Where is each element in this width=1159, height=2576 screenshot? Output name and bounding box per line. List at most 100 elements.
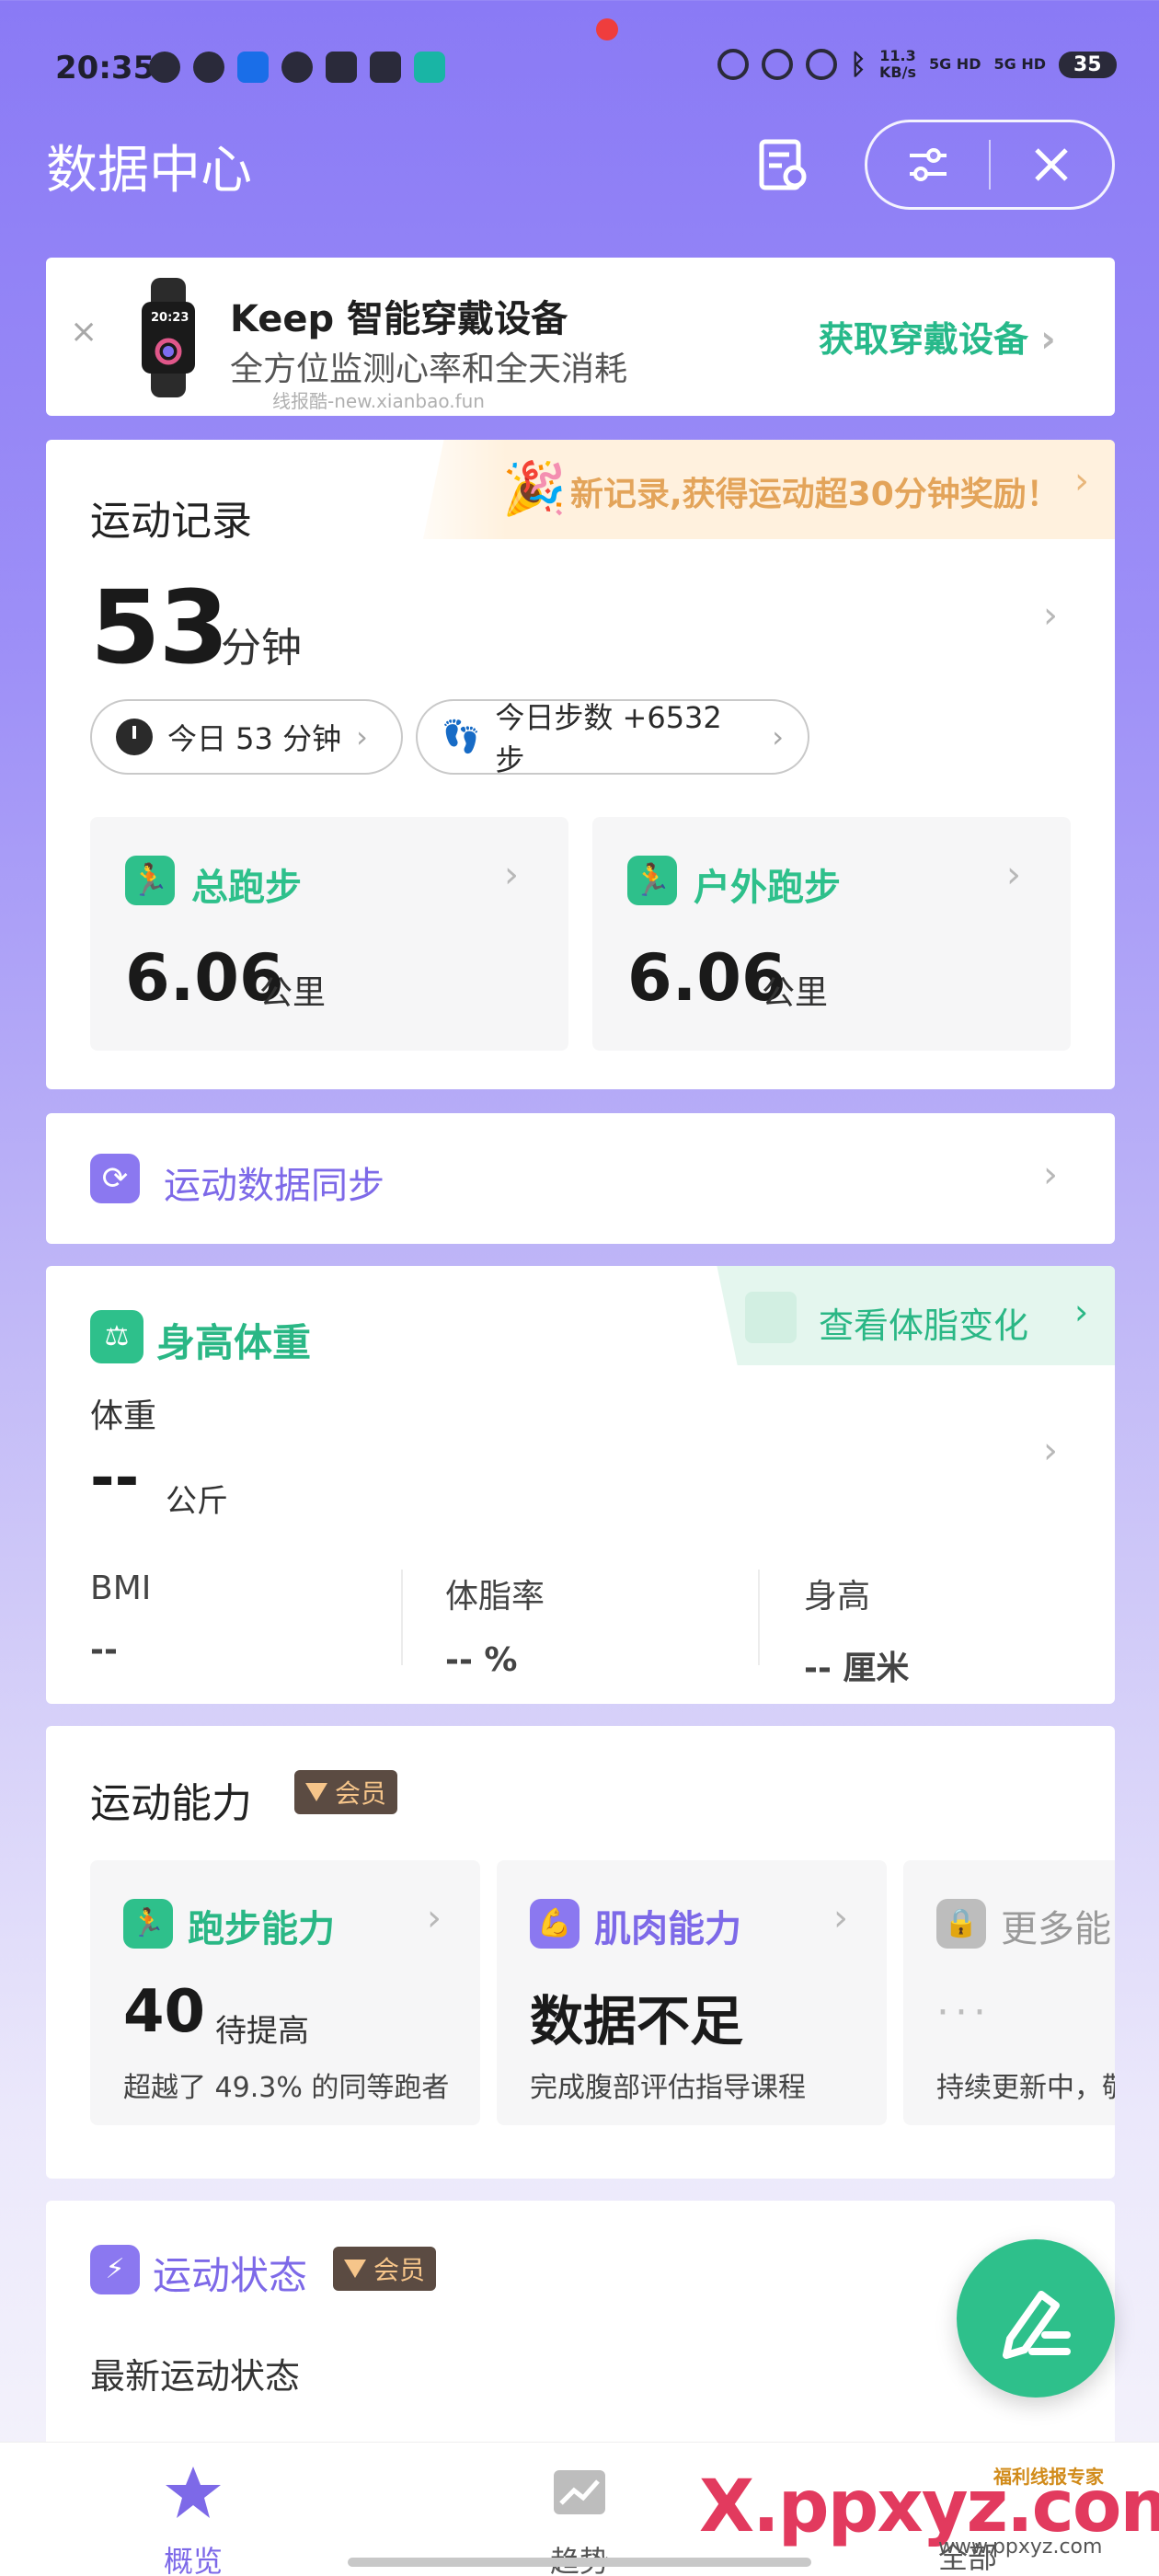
settings-button[interactable]: [867, 122, 989, 207]
promo-watermark: 线报酷-new.xianbao.fun: [272, 390, 485, 412]
sliders-icon: [910, 148, 947, 181]
ability-title: 运动能力: [90, 1780, 252, 1827]
vip-icon: [305, 1783, 327, 1801]
body-fat-thumbnail-icon: [745, 1292, 797, 1343]
wearable-promo-banner[interactable]: × 20:23 Keep 智能穿戴设备 全方位监测心率和全天消耗 线报酷-new…: [46, 258, 1115, 416]
mail-icon: [326, 52, 357, 83]
exercise-title: 运动记录: [90, 498, 252, 545]
notification-dot: [596, 18, 618, 40]
bmi-label: BMI: [90, 1570, 152, 1607]
close-icon: [1035, 148, 1068, 181]
outdoor-running-card[interactable]: 🏃 户外跑步 › 6.06 公里: [592, 817, 1071, 1051]
more-ability-desc: 持续更新中，敬: [936, 2072, 1115, 2104]
exercise-record-card[interactable]: 🎉 新记录,获得运动超30分钟奖励！ › 运动记录 53 分钟 › 今日 53 …: [46, 440, 1115, 1089]
record-button[interactable]: [957, 2239, 1115, 2398]
data-report-icon[interactable]: [756, 138, 811, 193]
today-steps-chip[interactable]: 👣 今日步数 +6532 步 ›: [416, 699, 809, 777]
total-running-label: 总跑步: [191, 867, 302, 909]
more-ability-dots: ···: [936, 1989, 992, 2036]
signal-2: 5G HD: [993, 55, 1046, 73]
chat-icon: [193, 52, 224, 83]
body-fat-metric: 体脂率 -- %: [445, 1570, 545, 1679]
running-icon: 🏃: [123, 1899, 173, 1949]
mute-icon: [806, 49, 837, 80]
weight-unit: 公斤: [166, 1483, 228, 1520]
running-ability-card[interactable]: 🏃 跑步能力 › 40 待提高 超越了 49.3% 的同等跑者: [90, 1860, 480, 2125]
promo-title: Keep 智能穿戴设备: [230, 298, 568, 340]
running-icon: 🏃: [125, 856, 175, 905]
muscle-ability-value: 数据不足: [530, 1990, 744, 2053]
height-value: -- 厘米: [804, 1650, 910, 1687]
chevron-right-icon: ›: [427, 1897, 442, 1939]
muscle-ability-label: 肌肉能力: [594, 1908, 741, 1950]
qq-icon: [237, 52, 269, 83]
running-ability-status: 待提高: [215, 2013, 309, 2050]
bmi-metric: BMI --: [90, 1570, 151, 1669]
today-minutes-label: 今日 53 分钟: [167, 721, 342, 756]
metric-divider: [401, 1570, 403, 1665]
outdoor-running-unit: 公里: [762, 974, 829, 1012]
weight-value: --: [90, 1444, 140, 1512]
status-bar: 20:35 ᛒ 11.3 KB/s 5G HD 5G HD 35: [0, 0, 1159, 138]
star-icon: [166, 2467, 221, 2518]
net-speed: 11.3 KB/s: [879, 47, 916, 81]
bluetooth-icon: ᛒ: [850, 48, 866, 81]
exercise-unit: 分钟: [221, 625, 302, 672]
today-steps-label: 今日步数 +6532 步: [495, 700, 722, 777]
app-notification-icon: [149, 52, 180, 83]
chevron-right-icon: ›: [1074, 1292, 1089, 1332]
wechat-icon: [281, 52, 313, 83]
weight-label: 体重: [90, 1397, 157, 1435]
lightning-icon: ⚡: [90, 2245, 140, 2294]
outdoor-running-label: 户外跑步: [694, 867, 841, 909]
page-title: 数据中心: [46, 141, 252, 201]
chevron-right-icon: ›: [1040, 318, 1056, 361]
chevron-right-icon: ›: [1043, 1154, 1058, 1196]
status-time: 20:35: [55, 50, 155, 86]
speedometer-icon: [762, 49, 793, 80]
height-weight-card[interactable]: 查看体脂变化 › ⚖ 身高体重 体重 -- 公斤 › BMI -- 体脂率 --…: [46, 1266, 1115, 1704]
get-wearable-link[interactable]: 获取穿戴设备 ›: [819, 311, 1056, 362]
exercise-ability-card: 运动能力 会员 🏃 跑步能力 › 40 待提高 超越了 49.3% 的同等跑者 …: [46, 1726, 1115, 2179]
more-ability-label: 更多能: [1001, 1908, 1111, 1950]
exercise-status-card[interactable]: ⚡ 运动状态 会员 最新运动状态: [46, 2201, 1115, 2477]
running-ability-label: 跑步能力: [188, 1908, 335, 1950]
nav-overview-label: 概览: [163, 2544, 223, 2576]
running-ability-score: 40: [123, 1978, 206, 2046]
chevron-right-icon: ›: [504, 854, 519, 896]
party-popper-icon: 🎉: [502, 459, 567, 519]
home-indicator[interactable]: [348, 2558, 811, 2567]
scale-icon: ⚖: [90, 1310, 143, 1363]
watch-time: 20:23: [151, 311, 189, 325]
clock-icon: [116, 719, 153, 755]
today-minutes-chip[interactable]: 今日 53 分钟 ›: [90, 699, 403, 775]
header-control-pill: [865, 120, 1115, 210]
sync-icon: ⟳: [90, 1154, 140, 1203]
height-weight-title: 身高体重: [156, 1320, 312, 1365]
chevron-right-icon: ›: [833, 1897, 848, 1939]
running-icon: 🏃: [627, 856, 677, 905]
alarm-icon: [717, 49, 749, 80]
vip-icon: [344, 2260, 366, 2278]
data-sync-row[interactable]: ⟳ 运动数据同步 ›: [46, 1113, 1115, 1244]
member-badge: 会员: [294, 1770, 398, 1814]
promo-close-icon[interactable]: ×: [70, 313, 98, 351]
muscle-ability-card[interactable]: 💪 肌肉能力 › 数据不足 完成腹部评估指导课程: [497, 1860, 887, 2125]
height-label: 身高: [804, 1578, 871, 1616]
notification-icons: [149, 52, 445, 83]
promo-cta-label: 获取穿戴设备: [819, 319, 1029, 360]
more-ability-card[interactable]: 🔒 更多能 ··· 持续更新中，敬: [903, 1860, 1115, 2125]
total-running-unit: 公里: [259, 974, 327, 1012]
member-badge: 会员: [333, 2247, 437, 2291]
smartwatch-image: 20:23: [138, 278, 199, 397]
muscle-ability-desc: 完成腹部评估指导课程: [530, 2072, 806, 2104]
exercise-minutes: 53: [90, 569, 229, 686]
trend-chart-icon: [554, 2470, 605, 2514]
total-running-card[interactable]: 🏃 总跑步 › 6.06 公里: [90, 817, 568, 1051]
body-fat-link[interactable]: 查看体脂变化: [819, 1297, 1028, 1348]
status-subtitle: 最新运动状态: [90, 2356, 301, 2397]
nav-overview[interactable]: 概览: [101, 2463, 285, 2576]
chevron-right-icon: ›: [1074, 460, 1089, 502]
reward-ribbon-text: 新记录,获得运动超30分钟奖励！: [570, 476, 1060, 513]
close-button[interactable]: [991, 122, 1112, 207]
